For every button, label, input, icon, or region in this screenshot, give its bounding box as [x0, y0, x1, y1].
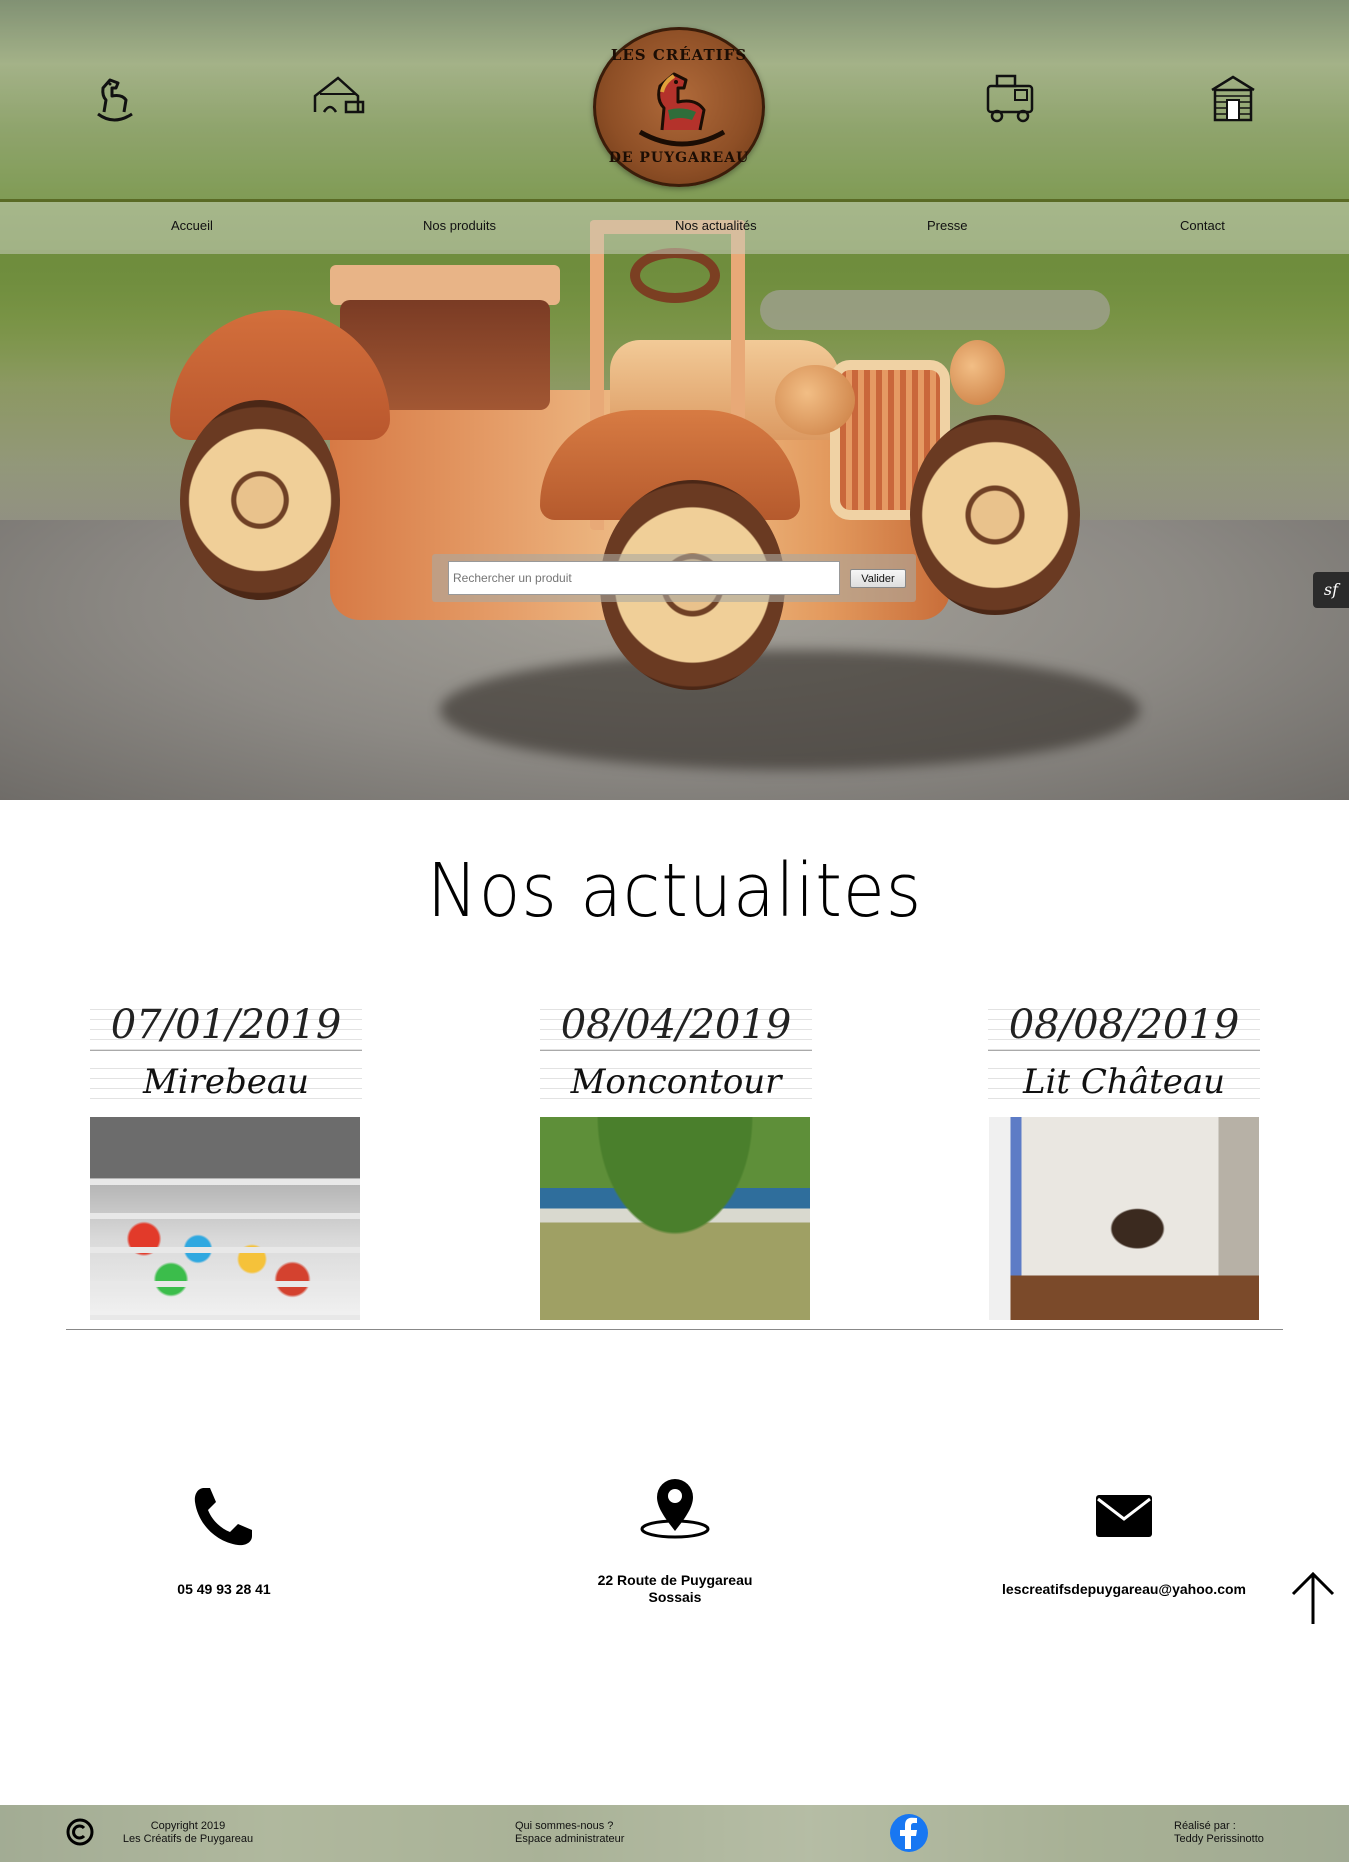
- car-lamp-left: [775, 365, 855, 435]
- toy-train-icon[interactable]: [985, 72, 1035, 129]
- location-pin-icon: [638, 1475, 712, 1544]
- contact-email[interactable]: lescreatifsdepuygareau@yahoo.com: [974, 1581, 1274, 1598]
- news-date: 08/08/2019: [988, 1000, 1260, 1051]
- page: LES CRÉATIFS DE PUYGAREAU Accueil Nos pr…: [0, 0, 1349, 1862]
- contact-address[interactable]: 22 Route de Puygareau Sossais: [560, 1572, 790, 1606]
- car-shadow: [440, 650, 1140, 770]
- news-photo-castle-bed[interactable]: [989, 1117, 1259, 1320]
- news-date: 07/01/2019: [90, 1000, 362, 1051]
- nav-news[interactable]: Nos actualités: [675, 218, 757, 233]
- news-place: Moncontour: [540, 1059, 812, 1105]
- car-seatback: [330, 265, 560, 305]
- symfony-debug-toggle[interactable]: sf: [1313, 572, 1349, 608]
- news-card[interactable]: 08/08/2019 Lit Château: [988, 1000, 1260, 1105]
- log-cabin-icon[interactable]: [1210, 74, 1256, 127]
- news-photo-toys-stand[interactable]: [90, 1117, 360, 1320]
- copyright-year: Copyright 2019: [150, 1820, 226, 1832]
- footer-copyright: Copyright 2019 Les Créatifs de Puygareau: [108, 1820, 268, 1846]
- mail-icon: [1094, 1493, 1154, 1544]
- address-line-town: Sossais: [648, 1589, 702, 1605]
- nav-products[interactable]: Nos produits: [423, 218, 496, 233]
- contact-phone[interactable]: 05 49 93 28 41: [124, 1581, 324, 1598]
- rocking-horse-icon[interactable]: [88, 74, 140, 131]
- rocking-horse-logo-icon: [638, 72, 726, 147]
- news-place: Mirebeau: [90, 1059, 362, 1105]
- credit-author: Teddy Perissinotto: [1174, 1833, 1264, 1845]
- logo-top-text: LES CRÉATIFS: [610, 46, 748, 64]
- news-section-title: Nos actualites: [426, 848, 923, 934]
- nav-contact[interactable]: Contact: [1180, 218, 1225, 233]
- copyright-icon: [66, 1818, 94, 1851]
- search-submit-button[interactable]: Valider: [850, 569, 906, 588]
- news-photo-outdoor-market[interactable]: [540, 1117, 810, 1320]
- footer-link-admin[interactable]: Espace administrateur: [515, 1833, 624, 1846]
- nav-press[interactable]: Presse: [927, 218, 967, 233]
- section-divider: [66, 1329, 1283, 1330]
- facebook-icon[interactable]: [889, 1813, 929, 1858]
- credit-label: Réalisé par :: [1174, 1820, 1236, 1832]
- copyright-owner: Les Créatifs de Puygareau: [122, 1833, 254, 1845]
- footer-link-about[interactable]: Qui sommes-nous ?: [515, 1820, 624, 1833]
- news-place: Lit Château: [988, 1059, 1260, 1105]
- hero-toy-car-image: [170, 210, 1140, 800]
- footer-links: Qui sommes-nous ? Espace administrateur: [515, 1820, 624, 1846]
- logo-bottom-text: DE PUYGAREAU: [608, 150, 750, 166]
- footer-credits: Réalisé par : Teddy Perissinotto: [1174, 1820, 1264, 1846]
- news-card[interactable]: 07/01/2019 Mirebeau: [90, 1000, 362, 1105]
- nav-home[interactable]: Accueil: [171, 218, 213, 233]
- search-input[interactable]: [448, 561, 840, 595]
- address-line-street: 22 Route de Puygareau: [597, 1572, 753, 1588]
- phone-icon: [190, 1484, 256, 1555]
- car-steering-wheel: [630, 248, 720, 303]
- toy-blocks-icon[interactable]: [312, 74, 366, 119]
- news-card[interactable]: 08/04/2019 Moncontour: [540, 1000, 812, 1105]
- site-logo[interactable]: LES CRÉATIFS DE PUYGAREAU: [593, 27, 765, 187]
- car-wheel-back-right: [910, 415, 1080, 615]
- scroll-to-top-icon[interactable]: [1290, 1570, 1336, 1631]
- car-lamp-right: [950, 340, 1005, 405]
- car-wheel-rear: [180, 400, 340, 600]
- news-date: 08/04/2019: [540, 1000, 812, 1051]
